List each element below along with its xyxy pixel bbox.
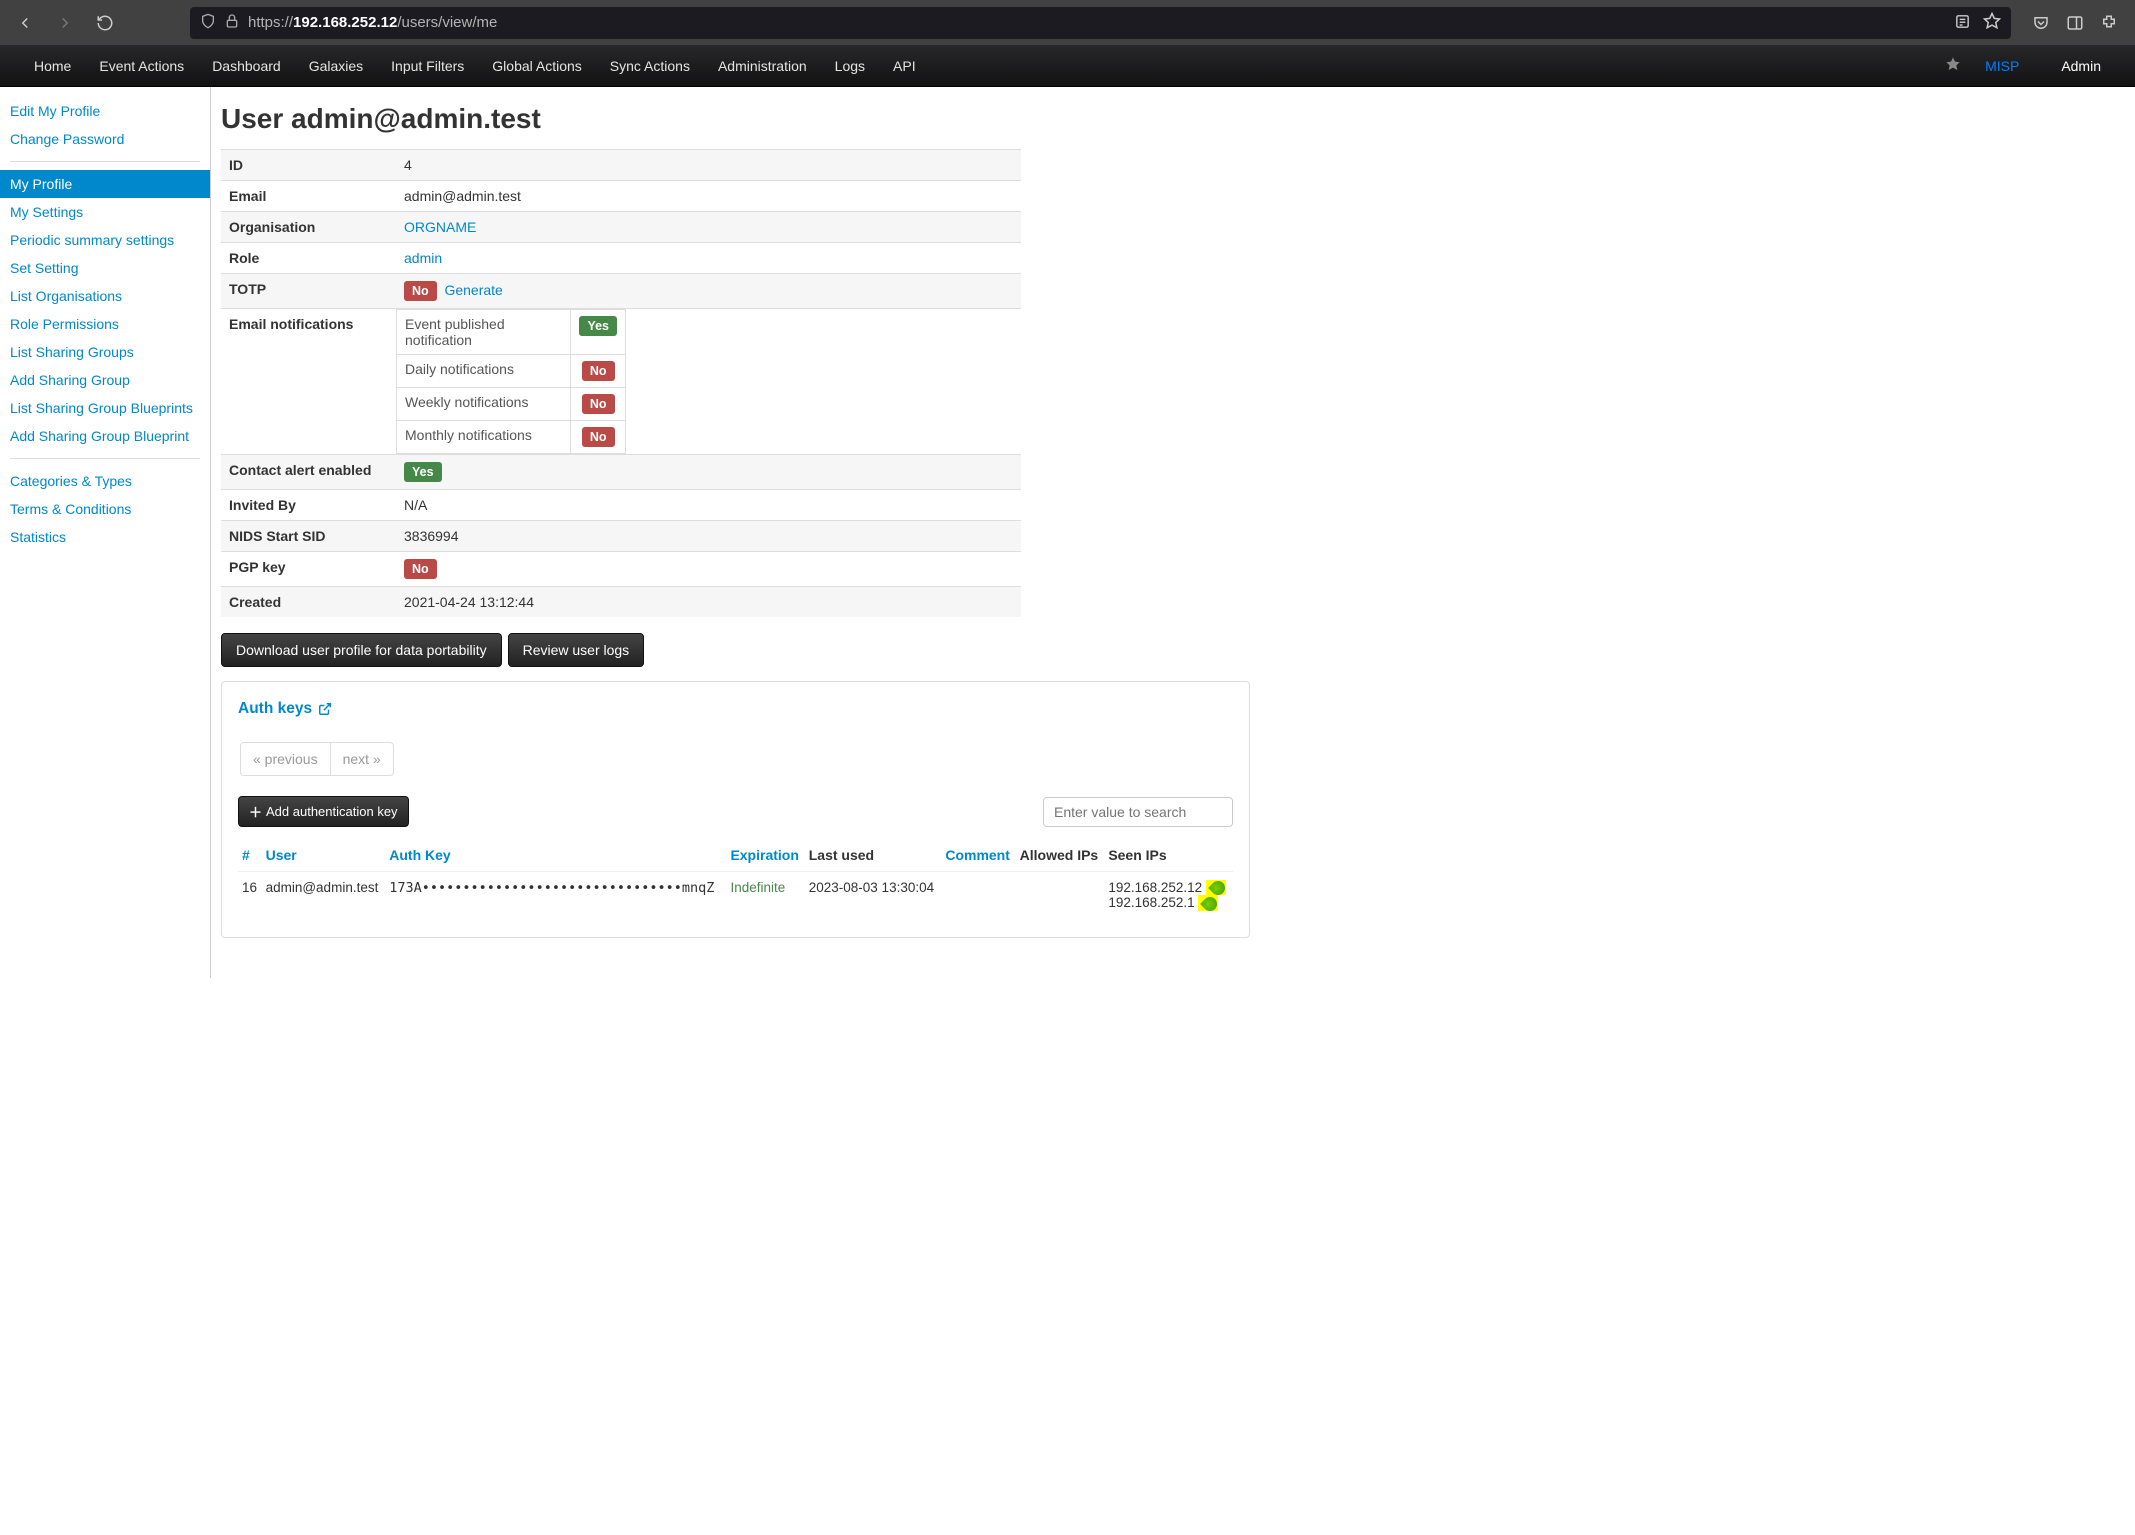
- download-profile-button[interactable]: Download user profile for data portabili…: [221, 633, 502, 667]
- pgp-badge: No: [404, 559, 437, 579]
- sidebar-icon[interactable]: [2065, 13, 2085, 33]
- authkeys-table: #UserAuth KeyExpirationLast usedCommentA…: [238, 839, 1233, 919]
- totp-generate-link[interactable]: Generate: [444, 282, 502, 298]
- nav-galaxies[interactable]: Galaxies: [295, 58, 377, 74]
- notif-label: Weekly notifications: [397, 388, 571, 421]
- star-icon[interactable]: [1945, 56, 1961, 75]
- nav-dashboard[interactable]: Dashboard: [198, 58, 295, 74]
- notif-badge: No: [582, 361, 615, 381]
- nav-event-actions[interactable]: Event Actions: [85, 58, 198, 74]
- col-expiration[interactable]: Expiration: [726, 839, 804, 872]
- organisation-link[interactable]: ORGNAME: [404, 219, 476, 235]
- sidebar-edit-my-profile[interactable]: Edit My Profile: [0, 97, 210, 125]
- notif-badge: Yes: [579, 316, 617, 336]
- back-button[interactable]: [10, 8, 40, 38]
- col-auth-key[interactable]: Auth Key: [385, 839, 726, 872]
- col-allowed-ips: Allowed IPs: [1016, 839, 1105, 872]
- sidebar-my-settings[interactable]: My Settings: [0, 198, 210, 226]
- nav-global-actions[interactable]: Global Actions: [478, 58, 596, 74]
- user-menu[interactable]: Admin: [2047, 45, 2115, 87]
- reader-icon[interactable]: [1954, 13, 1971, 33]
- sidebar-statistics[interactable]: Statistics: [0, 523, 210, 551]
- shield-icon: [200, 13, 216, 32]
- top-nav: HomeEvent ActionsDashboardGalaxiesInput …: [0, 45, 2135, 87]
- sidebar-my-profile[interactable]: My Profile: [0, 170, 210, 198]
- sidebar-categories-types[interactable]: Categories & Types: [0, 467, 210, 495]
- role-link[interactable]: admin: [404, 250, 442, 266]
- nav-sync-actions[interactable]: Sync Actions: [596, 58, 704, 74]
- extensions-icon[interactable]: [2099, 13, 2119, 33]
- nav-api[interactable]: API: [879, 58, 930, 74]
- pager: « previous next »: [240, 742, 394, 776]
- add-auth-key-button[interactable]: ＋ Add authentication key: [238, 796, 409, 827]
- col-seen-ips: Seen IPs: [1104, 839, 1233, 872]
- page-title: User admin@admin.test: [221, 103, 1250, 135]
- pager-prev[interactable]: « previous: [241, 743, 331, 775]
- plus-icon: ＋: [249, 802, 262, 821]
- bookmark-star-icon[interactable]: [1983, 12, 2001, 33]
- user-details-table: ID4 Emailadmin@admin.test OrganisationOR…: [221, 149, 1021, 617]
- sidebar-set-setting[interactable]: Set Setting: [0, 254, 210, 282]
- notif-label: Monthly notifications: [397, 421, 571, 454]
- forward-button[interactable]: [50, 8, 80, 38]
- nav-input-filters[interactable]: Input Filters: [377, 58, 478, 74]
- sidebar-terms-conditions[interactable]: Terms & Conditions: [0, 495, 210, 523]
- search-input[interactable]: [1043, 797, 1233, 827]
- main-content: User admin@admin.test ID4 Emailadmin@adm…: [210, 87, 1270, 978]
- pin-icon: [1201, 894, 1221, 914]
- col-comment[interactable]: Comment: [941, 839, 1015, 872]
- nav-administration[interactable]: Administration: [704, 58, 821, 74]
- sidebar-list-organisations[interactable]: List Organisations: [0, 282, 210, 310]
- sidebar-periodic-summary-settings[interactable]: Periodic summary settings: [0, 226, 210, 254]
- nav-home[interactable]: Home: [20, 58, 85, 74]
- notif-label: Event published notification: [397, 310, 571, 355]
- url-text: https://192.168.252.12/users/view/me: [248, 14, 497, 31]
- notif-label: Daily notifications: [397, 355, 571, 388]
- sidebar-add-sharing-group-blueprint[interactable]: Add Sharing Group Blueprint: [0, 422, 210, 450]
- browser-toolbar: https://192.168.252.12/users/view/me: [0, 0, 2135, 45]
- nav-logs[interactable]: Logs: [821, 58, 879, 74]
- contact-alert-badge: Yes: [404, 462, 442, 482]
- brand-link[interactable]: MISP: [1971, 45, 2033, 87]
- col-user[interactable]: User: [262, 839, 386, 872]
- col-last-used: Last used: [805, 839, 942, 872]
- sidebar-change-password[interactable]: Change Password: [0, 125, 210, 153]
- pager-next[interactable]: next »: [331, 743, 393, 775]
- authkeys-title[interactable]: Auth keys: [238, 700, 332, 718]
- col--[interactable]: #: [238, 839, 262, 872]
- notif-badge: No: [582, 427, 615, 447]
- external-link-icon: [318, 702, 332, 716]
- sidebar-list-sharing-group-blueprints[interactable]: List Sharing Group Blueprints: [0, 394, 210, 422]
- sidebar-role-permissions[interactable]: Role Permissions: [0, 310, 210, 338]
- lock-icon: [224, 13, 240, 32]
- reload-button[interactable]: [90, 8, 120, 38]
- sidebar-add-sharing-group[interactable]: Add Sharing Group: [0, 366, 210, 394]
- authkeys-section: Auth keys « previous next » ＋ Add authen…: [221, 681, 1250, 938]
- authkey-row: 16admin@admin.test173A••••••••••••••••••…: [238, 872, 1233, 919]
- review-logs-button[interactable]: Review user logs: [508, 633, 645, 667]
- sidebar: Edit My ProfileChange Password My Profil…: [0, 87, 210, 978]
- browser-actions: [2031, 13, 2125, 33]
- sidebar-list-sharing-groups[interactable]: List Sharing Groups: [0, 338, 210, 366]
- totp-badge: No: [404, 281, 437, 301]
- notif-badge: No: [582, 394, 615, 414]
- address-bar[interactable]: https://192.168.252.12/users/view/me: [190, 7, 2011, 39]
- pocket-icon[interactable]: [2031, 13, 2051, 33]
